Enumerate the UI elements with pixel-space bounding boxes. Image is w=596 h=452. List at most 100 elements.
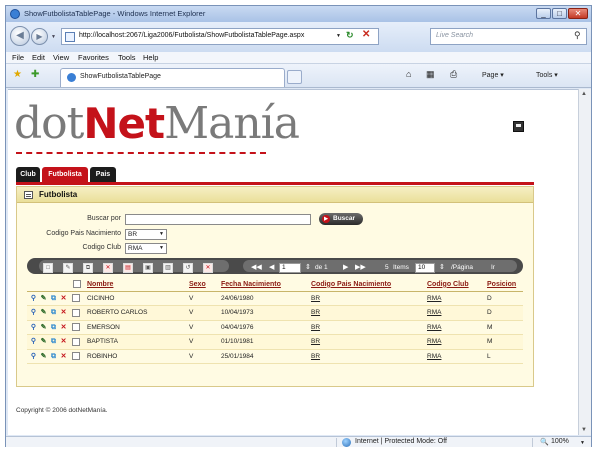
home-icon[interactable]: ⌂: [406, 69, 411, 79]
next-page-icon[interactable]: ▶: [343, 263, 348, 271]
col-codigo-pais[interactable]: Codigo Pais Nacimiento: [309, 278, 425, 292]
copy-record-icon[interactable]: ⧉: [83, 263, 93, 273]
security-zone-text[interactable]: Internet | Protected Mode: Off: [355, 438, 447, 445]
codigo-club-cell[interactable]: RMA: [425, 305, 485, 321]
menu-tools[interactable]: Tools: [118, 53, 136, 62]
maximize-button[interactable]: □: [552, 8, 567, 19]
edit-row-icon[interactable]: ✎: [39, 294, 48, 303]
menu-favorites[interactable]: Favorites: [78, 53, 109, 62]
vertical-scrollbar[interactable]: ▲ ▼: [578, 89, 591, 435]
tools-menu[interactable]: Tools ▾: [536, 71, 558, 79]
view-record-icon[interactable]: ⚲: [29, 352, 38, 361]
stop-icon[interactable]: ✕: [362, 29, 370, 40]
menu-help[interactable]: Help: [143, 53, 158, 62]
zoom-dropdown-icon[interactable]: ▼: [580, 440, 585, 446]
view-record-icon[interactable]: ⚲: [29, 323, 38, 332]
row-checkbox[interactable]: [72, 352, 80, 361]
codigo-club-cell[interactable]: RMA: [425, 291, 485, 306]
table-row[interactable]: ⚲ ✎ ⧉ ✕ CICINHO V 24/06/1980 BR RMA D: [27, 291, 523, 306]
codigo-pais-cell[interactable]: BR: [309, 334, 425, 350]
delete-row-icon[interactable]: ✕: [59, 337, 68, 346]
menu-file[interactable]: File: [12, 53, 24, 62]
address-dropdown-icon[interactable]: ▼: [336, 33, 341, 39]
codigo-pais-cell[interactable]: BR: [309, 349, 425, 364]
copy-row-icon[interactable]: ⧉: [49, 323, 58, 332]
page-number-input[interactable]: 1: [279, 263, 301, 273]
tab-pais[interactable]: Pais: [90, 167, 116, 182]
search-input[interactable]: Live Search ⚲: [430, 28, 587, 45]
codigo-pais-cell[interactable]: BR: [309, 320, 425, 335]
page-size-spin-icon[interactable]: ⇕: [439, 263, 445, 271]
menu-edit[interactable]: Edit: [32, 53, 45, 62]
view-record-icon[interactable]: ⚲: [29, 337, 38, 346]
scroll-down-icon[interactable]: ▼: [581, 427, 587, 433]
delete-row-icon[interactable]: ✕: [59, 308, 68, 317]
col-sexo[interactable]: Sexo: [187, 278, 219, 292]
page-size-input[interactable]: 10: [415, 263, 435, 273]
page-spin-icon[interactable]: ⇕: [305, 263, 311, 271]
table-row[interactable]: ⚲ ✎ ⧉ ✕ ROBINHO V 25/01/1984 BR RMA L: [27, 349, 523, 364]
clear-filter-icon[interactable]: ✕: [203, 263, 213, 273]
refresh-icon[interactable]: ↻: [346, 30, 354, 41]
favorites-star-icon[interactable]: ★: [13, 69, 22, 80]
delete-row-icon[interactable]: ✕: [59, 294, 68, 303]
col-nombre[interactable]: Nombre: [85, 278, 187, 292]
delete-row-icon[interactable]: ✕: [59, 323, 68, 332]
table-row[interactable]: ⚲ ✎ ⧉ ✕ BAPTISTA V 01/10/1981 BR RMA M: [27, 334, 523, 350]
view-record-icon[interactable]: ⚲: [29, 294, 38, 303]
search-field[interactable]: [125, 214, 311, 225]
new-record-icon[interactable]: □: [43, 263, 53, 273]
club-select[interactable]: RMA ▼: [125, 243, 167, 254]
copy-row-icon[interactable]: ⧉: [49, 294, 58, 303]
edit-row-icon[interactable]: ✎: [39, 352, 48, 361]
copy-row-icon[interactable]: ⧉: [49, 352, 58, 361]
table-row[interactable]: ⚲ ✎ ⧉ ✕ EMERSON V 04/04/1976 BR RMA M: [27, 320, 523, 335]
codigo-pais-cell[interactable]: BR: [309, 305, 425, 321]
edit-record-icon[interactable]: ✎: [63, 263, 73, 273]
codigo-club-cell[interactable]: RMA: [425, 320, 485, 335]
go-button[interactable]: Ir: [491, 264, 495, 271]
col-codigo-club[interactable]: Codigo Club: [425, 278, 485, 292]
print-toolbar-icon[interactable]: ⎙: [450, 69, 457, 80]
edit-row-icon[interactable]: ✎: [39, 308, 48, 317]
zoom-level[interactable]: 100%: [551, 438, 569, 445]
page-menu[interactable]: Page ▾: [482, 71, 504, 79]
refresh-grid-icon[interactable]: ↺: [183, 263, 193, 273]
forward-button[interactable]: ▶: [31, 28, 48, 45]
row-checkbox[interactable]: [72, 294, 80, 303]
edit-row-icon[interactable]: ✎: [39, 337, 48, 346]
history-dropdown-icon[interactable]: ▼: [51, 34, 56, 40]
view-record-icon[interactable]: ⚲: [29, 308, 38, 317]
first-page-icon[interactable]: ◀◀: [251, 263, 262, 271]
tab-club[interactable]: Club: [16, 167, 40, 182]
address-bar[interactable]: http://localhost:2067/Liga2006/Futbolist…: [61, 28, 379, 45]
delete-row-icon[interactable]: ✕: [59, 352, 68, 361]
row-checkbox[interactable]: [72, 337, 80, 346]
print-icon[interactable]: [513, 121, 524, 132]
close-window-button[interactable]: ✕: [568, 8, 588, 19]
back-button[interactable]: ◀: [10, 26, 30, 46]
delete-record-icon[interactable]: ✕: [103, 263, 113, 273]
last-page-icon[interactable]: ▶▶: [355, 263, 366, 271]
feeds-icon[interactable]: ▦: [426, 69, 435, 80]
row-checkbox[interactable]: [72, 323, 80, 332]
tab-futbolista[interactable]: Futbolista: [42, 167, 88, 182]
pais-select[interactable]: BR ▼: [125, 229, 167, 240]
col-posicion[interactable]: Posicion: [485, 278, 523, 292]
new-tab-button[interactable]: [287, 70, 302, 84]
copy-row-icon[interactable]: ⧉: [49, 308, 58, 317]
add-favorite-icon[interactable]: ✚: [31, 69, 39, 80]
export-excel-icon[interactable]: ▣: [143, 263, 153, 273]
row-checkbox[interactable]: [72, 308, 80, 317]
search-icon[interactable]: ⚲: [574, 30, 581, 41]
select-all-checkbox[interactable]: [73, 280, 81, 289]
minimize-button[interactable]: _: [536, 8, 551, 19]
import-icon[interactable]: ▥: [163, 263, 173, 273]
prev-page-icon[interactable]: ◀: [269, 263, 274, 271]
buscar-button[interactable]: ▶ Buscar: [319, 213, 363, 225]
copy-row-icon[interactable]: ⧉: [49, 337, 58, 346]
menu-view[interactable]: View: [53, 53, 69, 62]
col-fecha-nacimiento[interactable]: Fecha Nacimiento: [219, 278, 309, 292]
browser-tab[interactable]: ShowFutbolistaTablePage: [60, 68, 285, 87]
export-pdf-icon[interactable]: ▤: [123, 263, 133, 273]
